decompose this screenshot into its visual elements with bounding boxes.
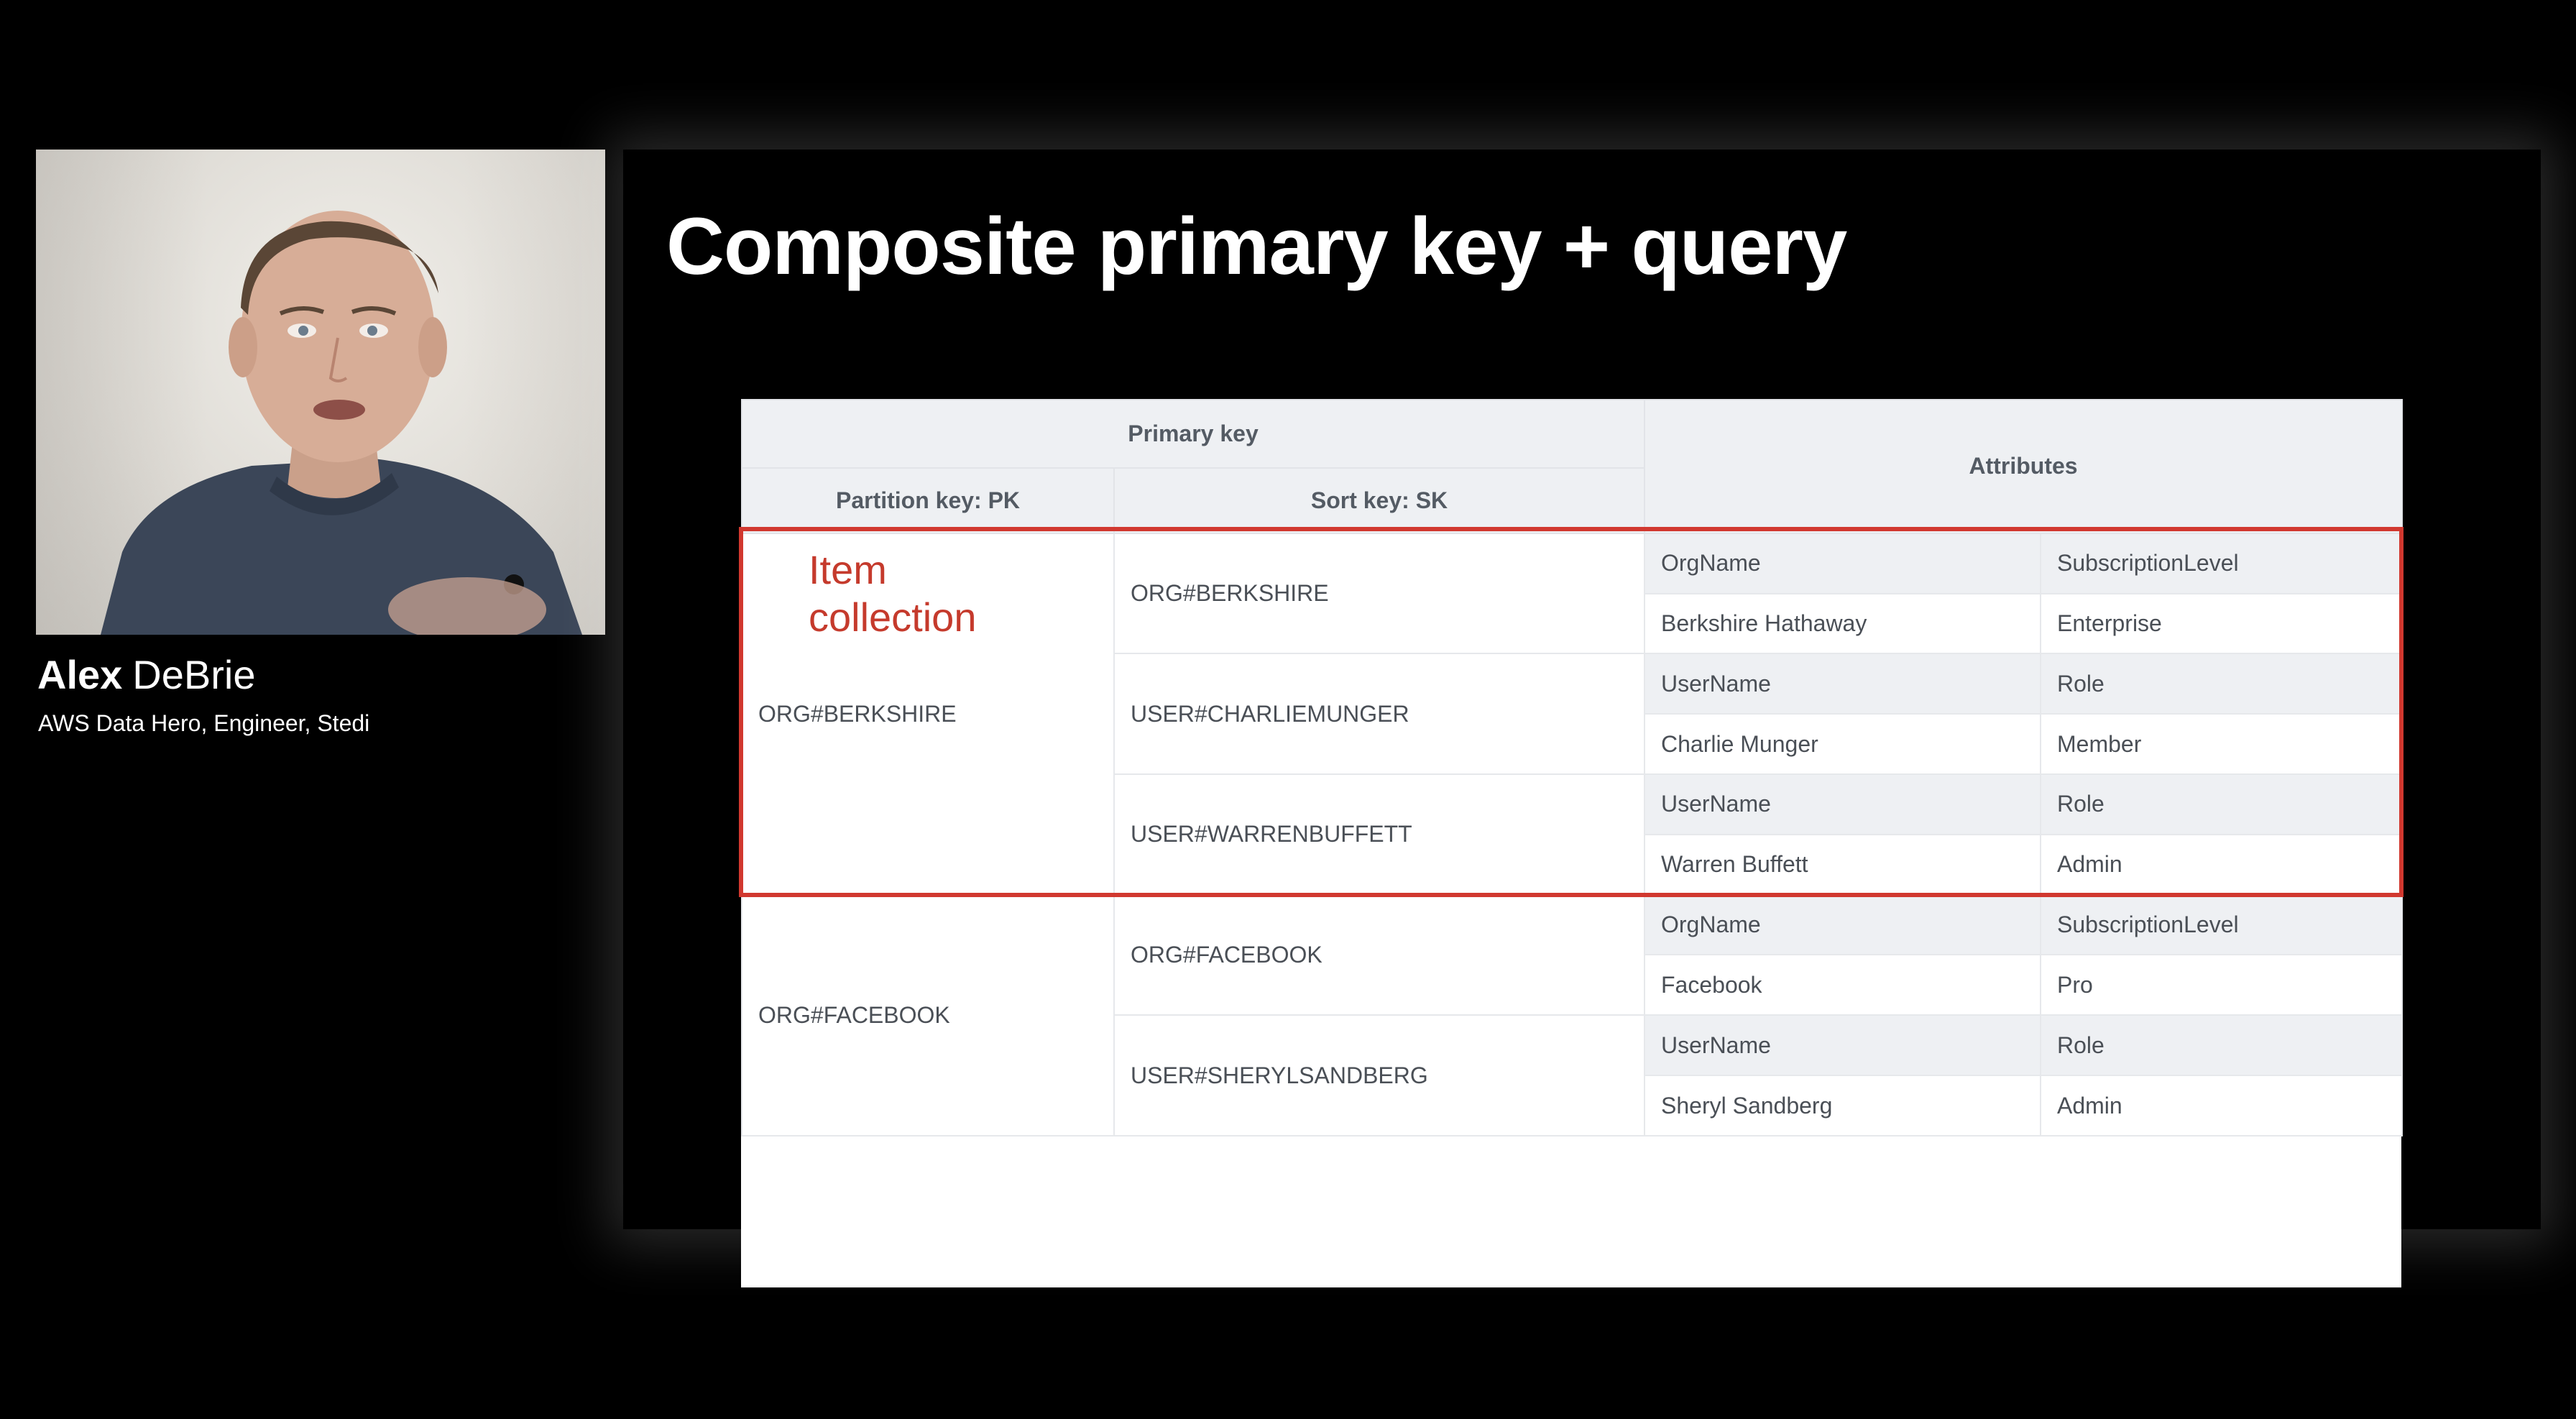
attribute-name-cell: OrgName: [1644, 894, 2041, 956]
partition-key-header: Partition key: PK: [741, 467, 1115, 534]
presenter-video: [36, 150, 605, 635]
speaker-title: AWS Data Hero, Engineer, Stedi: [38, 710, 370, 736]
speaker-first-name: Alex: [37, 652, 123, 697]
attribute-name-cell: Role: [2039, 1014, 2404, 1077]
presenter-avatar: [101, 211, 582, 635]
attribute-name-cell: SubscriptionLevel: [2039, 894, 2404, 956]
slide-title: Composite primary key + query: [666, 201, 1847, 291]
primary-key-header: Primary key: [741, 399, 1645, 469]
partition-key-cell: ORG#FACEBOOK: [741, 894, 1115, 1137]
speaker-last-name: DeBrie: [132, 652, 256, 697]
sort-key-cell: ORG#FACEBOOK: [1113, 894, 1645, 1016]
attribute-value-cell: Sheryl Sandberg: [1644, 1075, 2041, 1136]
attributes-header: Attributes: [1643, 399, 2404, 534]
sort-key-cell: USER#SHERYLSANDBERG: [1113, 1014, 1645, 1136]
attribute-name-cell: UserName: [1644, 1014, 2041, 1077]
sort-key-header: Sort key: SK: [1113, 467, 1645, 534]
attribute-value-cell: Pro: [2039, 954, 2404, 1016]
attribute-value-cell: Facebook: [1644, 954, 2041, 1016]
item-collection-label: Item collection: [809, 547, 977, 640]
speaker-name: Alex DeBrie: [37, 651, 255, 698]
item-collection-highlight: [739, 527, 2404, 897]
attribute-value-cell: Admin: [2039, 1075, 2404, 1136]
presentation-slide: Composite primary key + query Primary ke…: [623, 150, 2541, 1287]
